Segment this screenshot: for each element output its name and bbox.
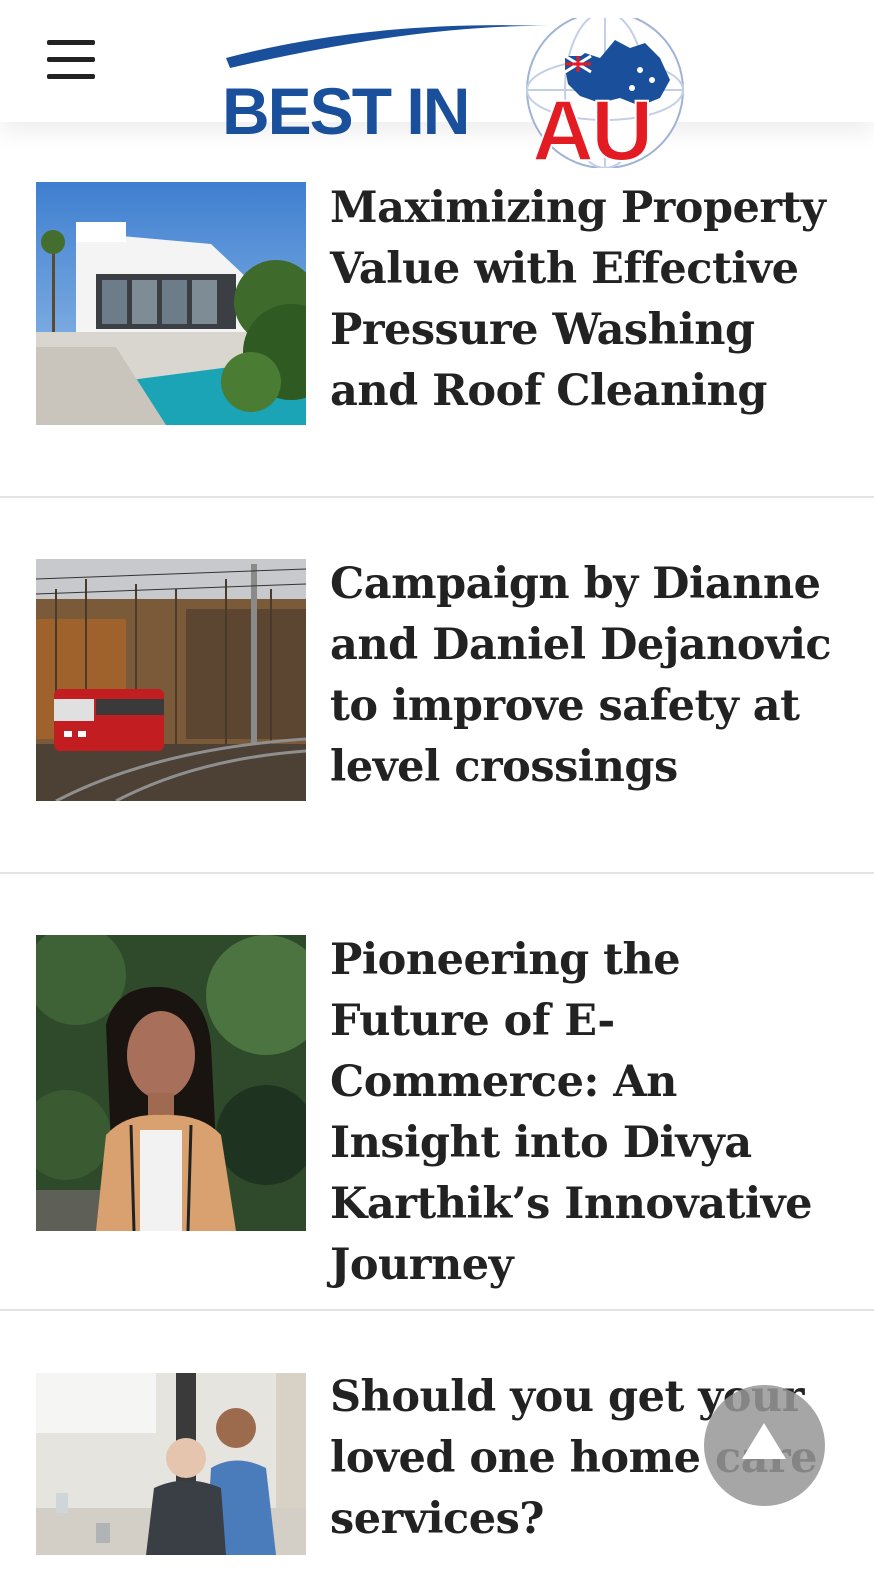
scroll-to-top-button[interactable] <box>704 1385 825 1506</box>
article-item[interactable]: Campaign by Dianne and Daniel Dejanovic … <box>0 498 874 874</box>
logo-text-right: AU <box>532 83 650 168</box>
article-item[interactable]: Maximizing Property Value with Effective… <box>0 122 874 498</box>
article-title[interactable]: Maximizing Property Value with Effective… <box>330 178 840 422</box>
article-title[interactable]: Pioneering the Future of E-Commerce: An … <box>330 930 840 1296</box>
article-thumbnail-caregiver[interactable] <box>36 1373 306 1555</box>
article-thumbnail-train[interactable] <box>36 559 306 801</box>
arrow-up-icon <box>742 1423 786 1459</box>
article-title[interactable]: Campaign by Dianne and Daniel Dejanovic … <box>330 554 840 798</box>
article-thumbnail-woman[interactable] <box>36 935 306 1231</box>
logo-text-left: BEST IN <box>222 74 468 148</box>
article-item[interactable]: Pioneering the Future of E-Commerce: An … <box>0 874 874 1311</box>
hamburger-menu-icon[interactable] <box>47 40 97 82</box>
article-thumbnail-house[interactable] <box>36 182 306 425</box>
site-logo[interactable]: BEST IN AU <box>220 18 690 168</box>
